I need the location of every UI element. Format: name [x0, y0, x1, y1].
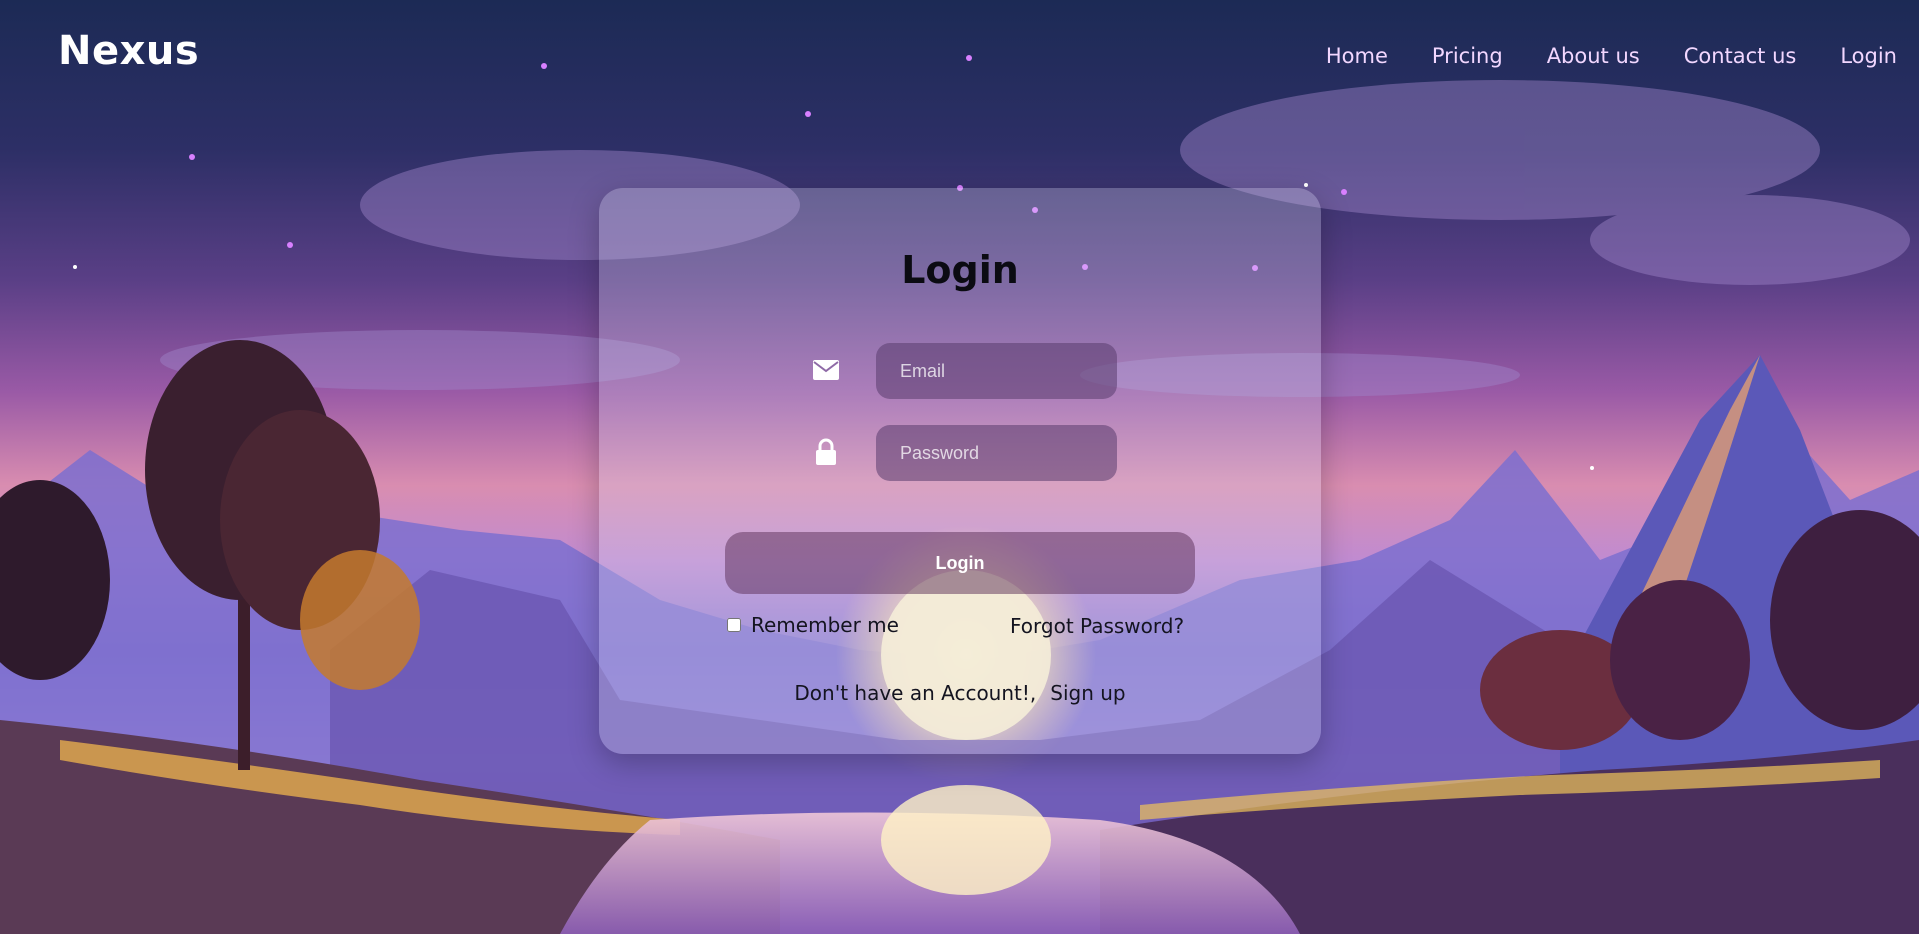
nav-link-pricing[interactable]: Pricing — [1432, 44, 1503, 68]
email-row — [599, 343, 1321, 399]
remember-me[interactable]: Remember me — [727, 613, 899, 637]
site-logo[interactable]: Nexus — [58, 28, 199, 74]
nav-link-home[interactable]: Home — [1326, 44, 1388, 68]
forgot-password-link[interactable]: Forgot Password? — [1010, 614, 1184, 638]
main-nav: Home Pricing About us Contact us Login — [1326, 44, 1897, 68]
sun-reflection — [881, 785, 1051, 895]
email-input[interactable] — [876, 343, 1117, 399]
password-input[interactable] — [876, 425, 1117, 481]
signup-row: Don't have an Account!, Sign up — [599, 681, 1321, 705]
nav-link-about[interactable]: About us — [1547, 44, 1640, 68]
lock-icon — [811, 437, 841, 467]
login-card: Login Login Remember me — [599, 188, 1321, 754]
site-header: Nexus Home Pricing About us Contact us L… — [0, 0, 1919, 110]
remember-label: Remember me — [751, 613, 899, 637]
login-title: Login — [901, 248, 1019, 292]
login-page: Nexus Home Pricing About us Contact us L… — [0, 0, 1919, 934]
signup-link[interactable]: Sign up — [1050, 681, 1125, 705]
login-button[interactable]: Login — [725, 532, 1195, 594]
nav-link-login[interactable]: Login — [1840, 44, 1897, 68]
password-row — [599, 425, 1321, 481]
remember-checkbox[interactable] — [727, 618, 741, 632]
signup-prompt: Don't have an Account!, — [794, 681, 1037, 705]
nav-link-contact[interactable]: Contact us — [1684, 44, 1797, 68]
envelope-icon — [811, 355, 841, 385]
